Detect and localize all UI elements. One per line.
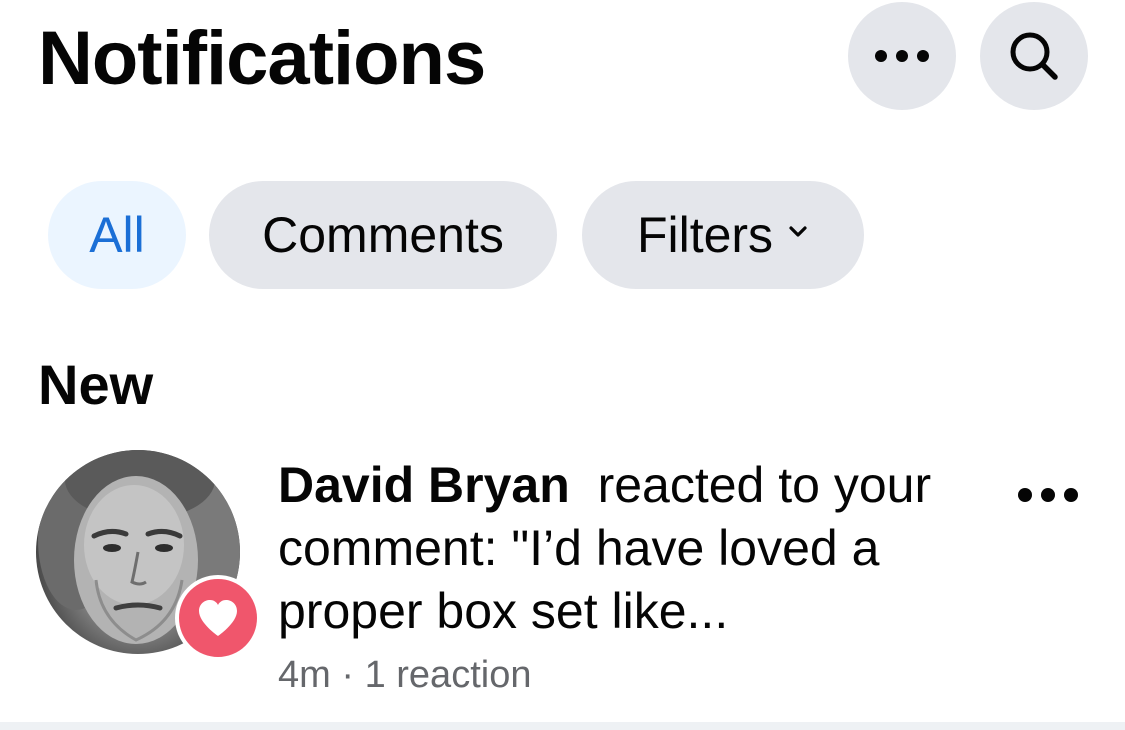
meta-separator: · (341, 654, 355, 696)
notification-text: David Bryan reacted to your comment: "I’… (278, 454, 988, 643)
notification-actor: David Bryan (278, 457, 570, 513)
more-horizontal-icon (1018, 488, 1032, 502)
section-heading-new: New (38, 353, 154, 416)
filter-chip-all-label: All (89, 207, 145, 263)
page-title: Notifications (38, 16, 486, 101)
search-button[interactable] (980, 2, 1088, 110)
more-horizontal-icon (875, 50, 929, 62)
reaction-badge (175, 575, 261, 661)
notification-reaction-count: 1 reaction (364, 654, 532, 696)
filter-chip-comments[interactable]: Comments (209, 181, 557, 289)
notification-time: 4m (278, 654, 331, 696)
divider (0, 722, 1125, 730)
filter-chip-filters-label: Filters (636, 207, 774, 263)
notification-meta: 4m · 1 reaction (278, 652, 531, 698)
notification-item[interactable]: David Bryan reacted to your comment: "I’… (0, 440, 1125, 730)
filter-chip-filters[interactable]: Filters (582, 181, 864, 289)
filter-chip-comments-label: Comments (262, 207, 504, 263)
heart-icon (199, 600, 237, 636)
filter-chip-all[interactable]: All (48, 181, 186, 289)
more-options-button[interactable] (848, 2, 956, 110)
notification-more-button[interactable] (1018, 488, 1078, 502)
search-icon (1010, 32, 1058, 80)
chevron-down-icon (789, 226, 807, 237)
notifications-page: Notifications All Comments Filters New D… (0, 0, 1125, 730)
